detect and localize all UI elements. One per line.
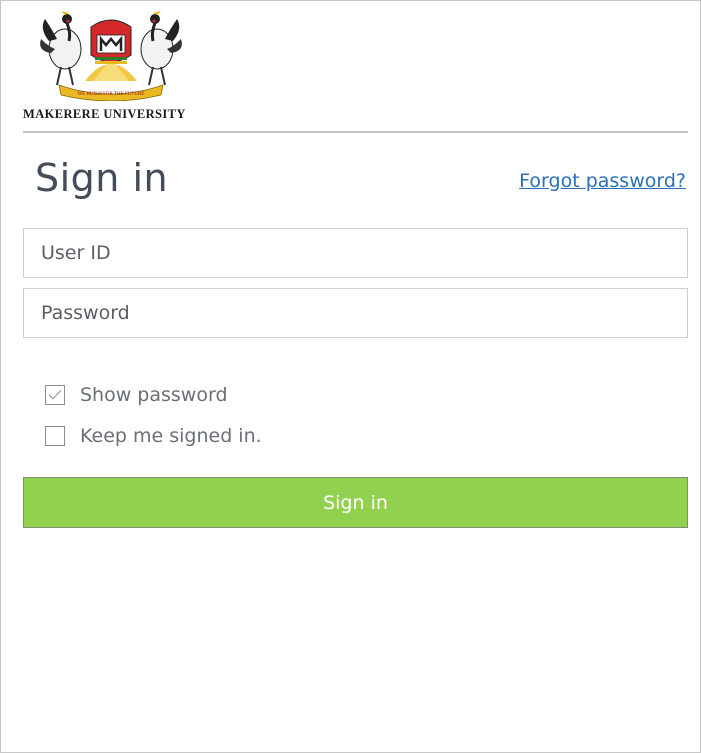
university-name: MAKERERE UNIVERSITY xyxy=(23,107,186,121)
keep-signed-in-label: Keep me signed in. xyxy=(80,425,262,447)
motto-ribbon-icon: WE BUILD FOR THE FUTURE xyxy=(58,84,164,101)
left-crane-icon xyxy=(40,11,82,86)
login-panel: WE BUILD FOR THE FUTURE MAKERERE UNIVERS… xyxy=(0,0,701,753)
page-title: Sign in xyxy=(35,156,169,200)
university-crest-icon: WE BUILD FOR THE FUTURE xyxy=(40,11,182,101)
show-password-option[interactable]: Show password xyxy=(45,383,228,407)
shield-icon xyxy=(90,19,132,64)
right-crane-icon xyxy=(140,11,182,86)
show-password-checkbox[interactable] xyxy=(45,385,65,405)
svg-text:WE BUILD FOR THE FUTURE: WE BUILD FOR THE FUTURE xyxy=(78,92,145,97)
forgot-password-link[interactable]: Forgot password? xyxy=(519,170,686,192)
keep-signed-in-checkbox[interactable] xyxy=(45,426,65,446)
password-field[interactable] xyxy=(23,288,688,338)
user-id-input[interactable] xyxy=(24,229,687,277)
password-input[interactable] xyxy=(24,289,687,337)
user-id-field[interactable] xyxy=(23,228,688,278)
header-divider xyxy=(23,131,688,133)
keep-signed-in-option[interactable]: Keep me signed in. xyxy=(45,424,262,448)
sign-in-button[interactable]: Sign in xyxy=(23,477,688,528)
show-password-label: Show password xyxy=(80,384,228,406)
university-logo: WE BUILD FOR THE FUTURE MAKERERE UNIVERS… xyxy=(23,11,203,123)
